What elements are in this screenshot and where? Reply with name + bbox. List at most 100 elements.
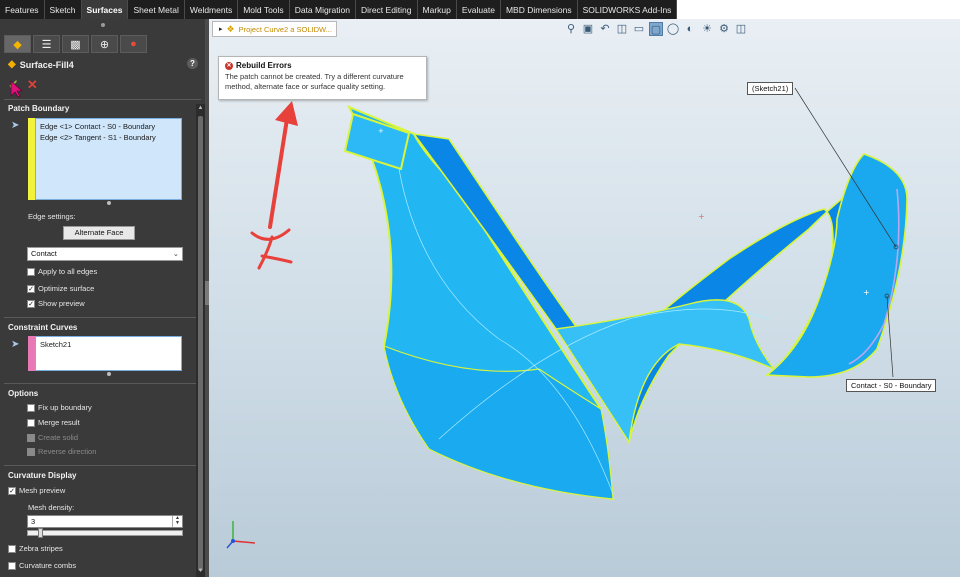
origin-mark: + bbox=[698, 212, 705, 221]
checkbox-box bbox=[27, 447, 35, 456]
checkbox-box[interactable]: ✓ bbox=[27, 284, 35, 293]
ribbon-tab-features[interactable]: Features bbox=[0, 0, 45, 19]
section-divider bbox=[4, 317, 201, 318]
panel-grip[interactable] bbox=[0, 19, 205, 31]
checkbox-box[interactable] bbox=[27, 267, 35, 276]
list-item[interactable]: Sketch21 bbox=[40, 339, 177, 350]
tooltip-message-line: The patch cannot be created. Try a diffe… bbox=[225, 72, 404, 81]
checkbox-label: Zebra stripes bbox=[19, 544, 63, 553]
ribbon-tab-sheet-metal[interactable]: Sheet Metal bbox=[128, 0, 185, 19]
tooltip-title-label: Rebuild Errors bbox=[236, 61, 292, 70]
checkbox-box[interactable] bbox=[27, 403, 35, 412]
annotation-cross bbox=[250, 228, 293, 270]
scroll-up-icon[interactable]: ▲ bbox=[197, 105, 204, 113]
hide-show-icon[interactable]: ◯ bbox=[666, 22, 680, 36]
property-manager-tab[interactable]: ☰ bbox=[33, 35, 60, 53]
list-item[interactable]: Edge <2> Tangent - S1 - Boundary bbox=[40, 132, 177, 143]
boundary-edges-list[interactable]: Edge <1> Contact - S0 - Boundary Edge <2… bbox=[35, 118, 182, 200]
surface-model: + + + bbox=[250, 87, 908, 501]
curvature-combs-checkbox[interactable]: Curvature combs bbox=[8, 561, 76, 570]
ribbon-tab-mold-tools[interactable]: Mold Tools bbox=[238, 0, 290, 19]
dimxpert-manager-tab[interactable]: ⊕ bbox=[91, 35, 118, 53]
ribbon-tab-surfaces[interactable]: Surfaces bbox=[81, 0, 129, 19]
mesh-density-slider[interactable] bbox=[27, 528, 183, 538]
ribbon-tab-mbd-dimensions[interactable]: MBD Dimensions bbox=[501, 0, 578, 19]
constraint-curves-list[interactable]: Sketch21 bbox=[35, 336, 182, 371]
checkbox-label: Fix up boundary bbox=[38, 403, 92, 412]
checkbox-box[interactable] bbox=[8, 544, 16, 553]
ribbon-tab-evaluate[interactable]: Evaluate bbox=[457, 0, 501, 19]
checkbox-box[interactable] bbox=[8, 561, 16, 570]
property-manager-panel: ◆ ☰ ▩ ⊕ ● ◆ Surface-Fill4 ? ✓ ✕ Patch Bo… bbox=[0, 19, 205, 577]
zoom-to-fit-icon[interactable]: ⚲ bbox=[564, 22, 578, 36]
mesh-preview-checkbox[interactable]: ✓ Mesh preview bbox=[8, 486, 65, 495]
view-orientation-icon[interactable]: ▭ bbox=[632, 22, 646, 36]
edge-settings-label: Edge settings: bbox=[28, 212, 76, 221]
create-solid-checkbox: Create solid bbox=[27, 433, 78, 442]
patch-boundary-title: Patch Boundary bbox=[8, 104, 70, 113]
ribbon-tab-sketch[interactable]: Sketch bbox=[45, 0, 82, 19]
apply-scene-icon[interactable]: ☀ bbox=[700, 22, 714, 36]
checkbox-box[interactable] bbox=[27, 418, 35, 427]
appearance-icon: ● bbox=[130, 38, 137, 50]
spinner-arrows-icon[interactable]: ▲ ▼ bbox=[172, 516, 182, 527]
checkbox-label: Reverse direction bbox=[38, 447, 97, 456]
curvature-display-title: Curvature Display bbox=[8, 471, 77, 480]
breadcrumb-label[interactable]: Project Curve2 a SOLIDW... bbox=[239, 25, 332, 34]
cancel-x-icon[interactable]: ✕ bbox=[27, 77, 38, 93]
configuration-manager-tab[interactable]: ▩ bbox=[62, 35, 89, 53]
tooltip-message: The patch cannot be created. Try a diffe… bbox=[225, 72, 420, 92]
shaded-display-icon[interactable]: ▢ bbox=[649, 22, 663, 36]
alternate-face-button[interactable]: Alternate Face bbox=[63, 226, 135, 240]
previous-view-icon[interactable]: ↶ bbox=[598, 22, 612, 36]
constraint-curves-title: Constraint Curves bbox=[8, 323, 78, 332]
help-icon[interactable]: ? bbox=[187, 58, 198, 69]
ribbon-tab-markup[interactable]: Markup bbox=[418, 0, 457, 19]
feature-manager-tab[interactable]: ◆ bbox=[4, 35, 31, 53]
ribbon-tab-solidworks-add-ins[interactable]: SOLIDWORKS Add-Ins bbox=[578, 0, 678, 19]
boundary-color-swatch bbox=[28, 118, 35, 200]
center-mark: + bbox=[378, 127, 384, 135]
scroll-thumb[interactable] bbox=[198, 116, 203, 571]
list-resize-handle[interactable] bbox=[107, 201, 111, 205]
sketch-callout[interactable]: (Sketch21) bbox=[747, 82, 794, 95]
optimize-surface-checkbox[interactable]: ✓ Optimize surface bbox=[27, 284, 94, 293]
view-settings-icon[interactable]: ⚙ bbox=[717, 22, 731, 36]
zoom-to-area-icon[interactable]: ▣ bbox=[581, 22, 595, 36]
checkbox-label: Show preview bbox=[38, 299, 85, 308]
right-loop-surface bbox=[764, 153, 908, 378]
checkbox-box[interactable]: ✓ bbox=[8, 486, 16, 495]
mouse-pointer-icon bbox=[10, 80, 24, 98]
section-divider bbox=[4, 99, 201, 100]
section-view-icon[interactable]: ◫ bbox=[615, 22, 629, 36]
scroll-down-icon[interactable]: ▼ bbox=[197, 568, 204, 576]
checkbox-label: Optimize surface bbox=[38, 284, 95, 293]
slider-knob[interactable] bbox=[38, 528, 43, 538]
apply-all-edges-checkbox[interactable]: Apply to all edges bbox=[27, 267, 97, 276]
ribbon-tab-data-migration[interactable]: Data Migration bbox=[290, 0, 356, 19]
graphics-area[interactable]: + + + ▸ ❖ Project Curve2 a SOLIDW... ⚲ ▣… bbox=[209, 19, 960, 577]
checkbox-label: Apply to all edges bbox=[38, 267, 98, 276]
checkbox-box[interactable]: ✓ bbox=[27, 299, 35, 308]
show-preview-checkbox[interactable]: ✓ Show preview bbox=[27, 299, 85, 308]
config-icon: ▩ bbox=[70, 38, 81, 51]
boundary-callout[interactable]: Contact - S0 - Boundary bbox=[846, 379, 937, 392]
center-mark: + bbox=[863, 288, 870, 297]
list-resize-handle[interactable] bbox=[107, 372, 111, 376]
zebra-stripes-checkbox[interactable]: Zebra stripes bbox=[8, 544, 63, 553]
ribbon-tab-direct-editing[interactable]: Direct Editing bbox=[356, 0, 418, 19]
reverse-direction-checkbox: Reverse direction bbox=[27, 447, 96, 456]
checkbox-box bbox=[27, 433, 35, 442]
mesh-density-input[interactable]: 3 ▲ ▼ bbox=[27, 515, 183, 528]
checkbox-label: Merge result bbox=[38, 418, 80, 427]
feature-breadcrumb[interactable]: ▸ ❖ Project Curve2 a SOLIDW... bbox=[212, 21, 337, 37]
curvature-control-select[interactable]: Contact ⌄ bbox=[27, 247, 183, 261]
merge-result-checkbox[interactable]: Merge result bbox=[27, 418, 80, 427]
monitor-icon[interactable]: ◫ bbox=[734, 22, 748, 36]
fix-up-boundary-checkbox[interactable]: Fix up boundary bbox=[27, 403, 92, 412]
list-item[interactable]: Edge <1> Contact - S0 - Boundary bbox=[40, 121, 177, 132]
ribbon-tab-weldments[interactable]: Weldments bbox=[185, 0, 239, 19]
panel-scrollbar[interactable]: ▲ ▼ bbox=[196, 104, 205, 577]
display-manager-tab[interactable]: ● bbox=[120, 35, 147, 53]
edit-appearance-icon[interactable]: ◐ bbox=[683, 22, 697, 36]
